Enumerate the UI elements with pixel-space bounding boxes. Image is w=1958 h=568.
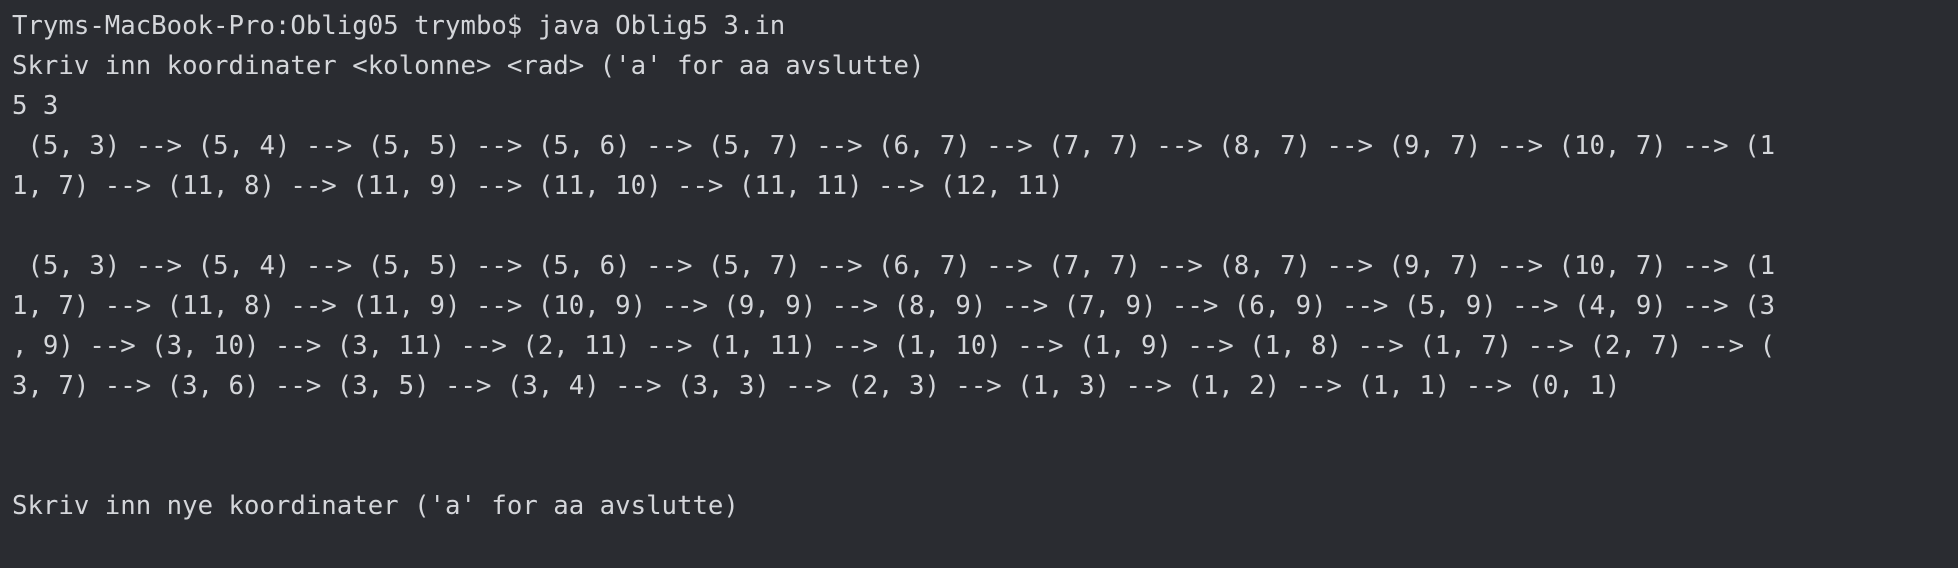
terminal-line-coordinate-prompt: Skriv inn koordinater <kolonne> <rad> ('…	[12, 51, 925, 81]
terminal-line-prompt-command: Tryms-MacBook-Pro:Oblig05 trymbo$ java O…	[12, 11, 786, 41]
terminal-window[interactable]: Tryms-MacBook-Pro:Oblig05 trymbo$ java O…	[0, 0, 1958, 568]
terminal-line-path-2a: (5, 3) --> (5, 4) --> (5, 5) --> (5, 6) …	[12, 251, 1776, 281]
terminal-line-path-1a: (5, 3) --> (5, 4) --> (5, 5) --> (5, 6) …	[12, 131, 1776, 161]
terminal-line-path-2c: , 9) --> (3, 10) --> (3, 11) --> (2, 11)…	[12, 331, 1776, 361]
terminal-line-path-2b: 1, 7) --> (11, 8) --> (11, 9) --> (10, 9…	[12, 291, 1776, 321]
terminal-line-path-1b: 1, 7) --> (11, 8) --> (11, 9) --> (11, 1…	[12, 171, 1064, 201]
terminal-line-new-coordinate-prompt: Skriv inn nye koordinater ('a' for aa av…	[12, 491, 739, 521]
terminal-line-user-input: 5 3	[12, 91, 59, 121]
terminal-line-path-2d: 3, 7) --> (3, 6) --> (3, 5) --> (3, 4) -…	[12, 371, 1621, 401]
